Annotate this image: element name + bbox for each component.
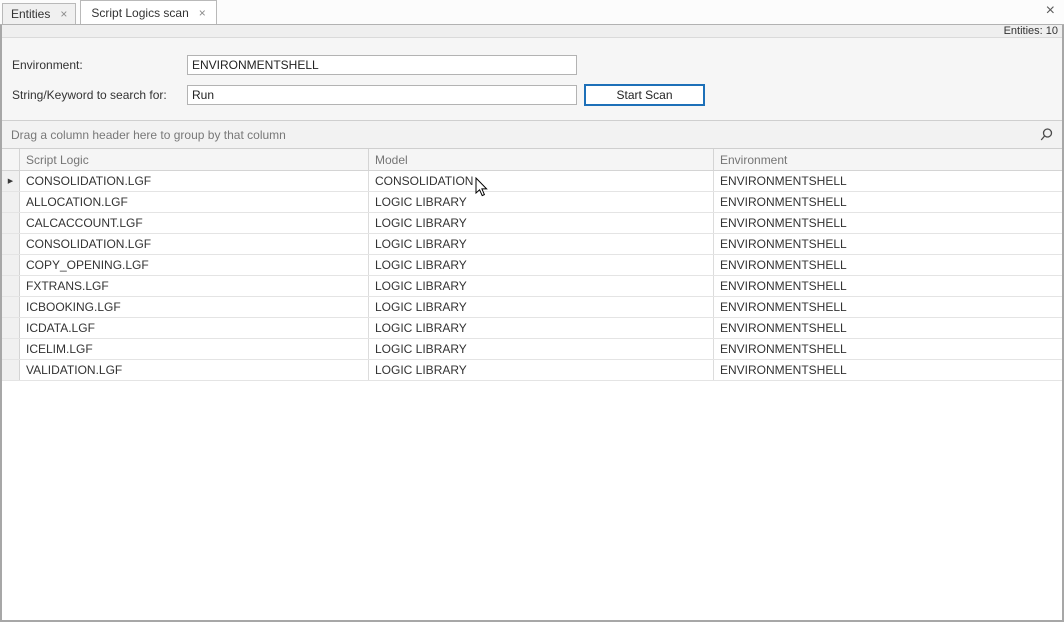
cell-script-logic: FXTRANS.LGF bbox=[20, 276, 369, 296]
tab-close-icon[interactable]: × bbox=[60, 8, 67, 20]
cell-script-logic: VALIDATION.LGF bbox=[20, 360, 369, 380]
cell-model: LOGIC LIBRARY bbox=[369, 276, 714, 296]
tab-label: Entities bbox=[11, 7, 50, 21]
row-indicator bbox=[2, 360, 20, 380]
grid-body: ▶CONSOLIDATION.LGFCONSOLIDATIONENVIRONME… bbox=[2, 171, 1062, 381]
column-header-environment[interactable]: Environment bbox=[714, 149, 1062, 170]
row-indicator bbox=[2, 192, 20, 212]
row-indicator bbox=[2, 339, 20, 359]
close-icon[interactable]: × bbox=[1046, 3, 1055, 19]
cell-environment: ENVIRONMENTSHELL bbox=[714, 171, 1062, 191]
table-row[interactable]: ICDATA.LGFLOGIC LIBRARYENVIRONMENTSHELL bbox=[2, 318, 1062, 339]
table-row[interactable]: VALIDATION.LGFLOGIC LIBRARYENVIRONMENTSH… bbox=[2, 360, 1062, 381]
cell-script-logic: ALLOCATION.LGF bbox=[20, 192, 369, 212]
environment-label: Environment: bbox=[12, 58, 187, 72]
group-by-panel[interactable]: Drag a column header here to group by th… bbox=[2, 120, 1062, 149]
cell-script-logic: COPY_OPENING.LGF bbox=[20, 255, 369, 275]
content-panel: Entities: 10 Environment: String/Keyword… bbox=[0, 25, 1064, 622]
cell-script-logic: ICBOOKING.LGF bbox=[20, 297, 369, 317]
table-row[interactable]: ALLOCATION.LGFLOGIC LIBRARYENVIRONMENTSH… bbox=[2, 192, 1062, 213]
row-indicator bbox=[2, 255, 20, 275]
row-indicator bbox=[2, 276, 20, 296]
cell-model: LOGIC LIBRARY bbox=[369, 339, 714, 359]
table-row[interactable]: COPY_OPENING.LGFLOGIC LIBRARYENVIRONMENT… bbox=[2, 255, 1062, 276]
table-row[interactable]: ICELIM.LGFLOGIC LIBRARYENVIRONMENTSHELL bbox=[2, 339, 1062, 360]
cell-model: CONSOLIDATION bbox=[369, 171, 714, 191]
column-header-script-logic[interactable]: Script Logic bbox=[20, 149, 369, 170]
cell-environment: ENVIRONMENTSHELL bbox=[714, 234, 1062, 254]
cell-environment: ENVIRONMENTSHELL bbox=[714, 213, 1062, 233]
table-row[interactable]: ▶ CONSOLIDATION.LGFCONSOLIDATIONENVIRONME… bbox=[2, 171, 1062, 192]
row-indicator bbox=[2, 318, 20, 338]
cell-model: LOGIC LIBRARY bbox=[369, 360, 714, 380]
tab-script-logics-scan[interactable]: Script Logics scan × bbox=[80, 0, 216, 24]
tab-bar: Entities × Script Logics scan × × bbox=[0, 0, 1064, 25]
column-header-model[interactable]: Model bbox=[369, 149, 714, 170]
cell-script-logic: ICDATA.LGF bbox=[20, 318, 369, 338]
cell-environment: ENVIRONMENTSHELL bbox=[714, 192, 1062, 212]
indicator-column-header bbox=[2, 149, 20, 170]
environment-input[interactable] bbox=[187, 55, 577, 75]
search-icon[interactable] bbox=[1038, 127, 1054, 143]
row-indicator bbox=[2, 297, 20, 317]
cell-model: LOGIC LIBRARY bbox=[369, 213, 714, 233]
tab-label: Script Logics scan bbox=[91, 6, 188, 20]
entities-count-label: Entities: 10 bbox=[1004, 25, 1058, 37]
cell-model: LOGIC LIBRARY bbox=[369, 318, 714, 338]
keyword-row: String/Keyword to search for: Start Scan bbox=[12, 84, 1062, 105]
keyword-input[interactable] bbox=[187, 85, 577, 105]
keyword-label: String/Keyword to search for: bbox=[12, 88, 187, 102]
cell-script-logic: CONSOLIDATION.LGF bbox=[20, 234, 369, 254]
cell-environment: ENVIRONMENTSHELL bbox=[714, 297, 1062, 317]
cell-environment: ENVIRONMENTSHELL bbox=[714, 318, 1062, 338]
app-window: Entities × Script Logics scan × × Entiti… bbox=[0, 0, 1064, 622]
table-row[interactable]: CALCACCOUNT.LGFLOGIC LIBRARYENVIRONMENTS… bbox=[2, 213, 1062, 234]
row-indicator bbox=[2, 213, 20, 233]
cell-model: LOGIC LIBRARY bbox=[369, 192, 714, 212]
cell-environment: ENVIRONMENTSHELL bbox=[714, 276, 1062, 296]
table-row[interactable]: ICBOOKING.LGFLOGIC LIBRARYENVIRONMENTSHE… bbox=[2, 297, 1062, 318]
environment-row: Environment: bbox=[12, 54, 1062, 75]
tab-close-icon[interactable]: × bbox=[199, 7, 206, 19]
cell-script-logic: CONSOLIDATION.LGF bbox=[20, 171, 369, 191]
scan-form: Environment: String/Keyword to search fo… bbox=[2, 38, 1062, 120]
cell-environment: ENVIRONMENTSHELL bbox=[714, 360, 1062, 380]
grid-header: Script Logic Model Environment bbox=[2, 149, 1062, 171]
status-bar: Entities: 10 bbox=[2, 25, 1062, 38]
cell-model: LOGIC LIBRARY bbox=[369, 255, 714, 275]
start-scan-button[interactable]: Start Scan bbox=[584, 84, 705, 106]
row-indicator: ▶ bbox=[2, 171, 20, 191]
cell-model: LOGIC LIBRARY bbox=[369, 297, 714, 317]
cell-model: LOGIC LIBRARY bbox=[369, 234, 714, 254]
grid-empty-area bbox=[2, 381, 1062, 620]
table-row[interactable]: FXTRANS.LGFLOGIC LIBRARYENVIRONMENTSHELL bbox=[2, 276, 1062, 297]
group-by-hint: Drag a column header here to group by th… bbox=[11, 128, 1038, 142]
tab-entities[interactable]: Entities × bbox=[2, 3, 76, 24]
row-indicator bbox=[2, 234, 20, 254]
table-row[interactable]: CONSOLIDATION.LGFLOGIC LIBRARYENVIRONMEN… bbox=[2, 234, 1062, 255]
current-row-arrow-icon: ▶ bbox=[8, 178, 13, 185]
cell-script-logic: CALCACCOUNT.LGF bbox=[20, 213, 369, 233]
cell-environment: ENVIRONMENTSHELL bbox=[714, 255, 1062, 275]
cell-script-logic: ICELIM.LGF bbox=[20, 339, 369, 359]
cell-environment: ENVIRONMENTSHELL bbox=[714, 339, 1062, 359]
